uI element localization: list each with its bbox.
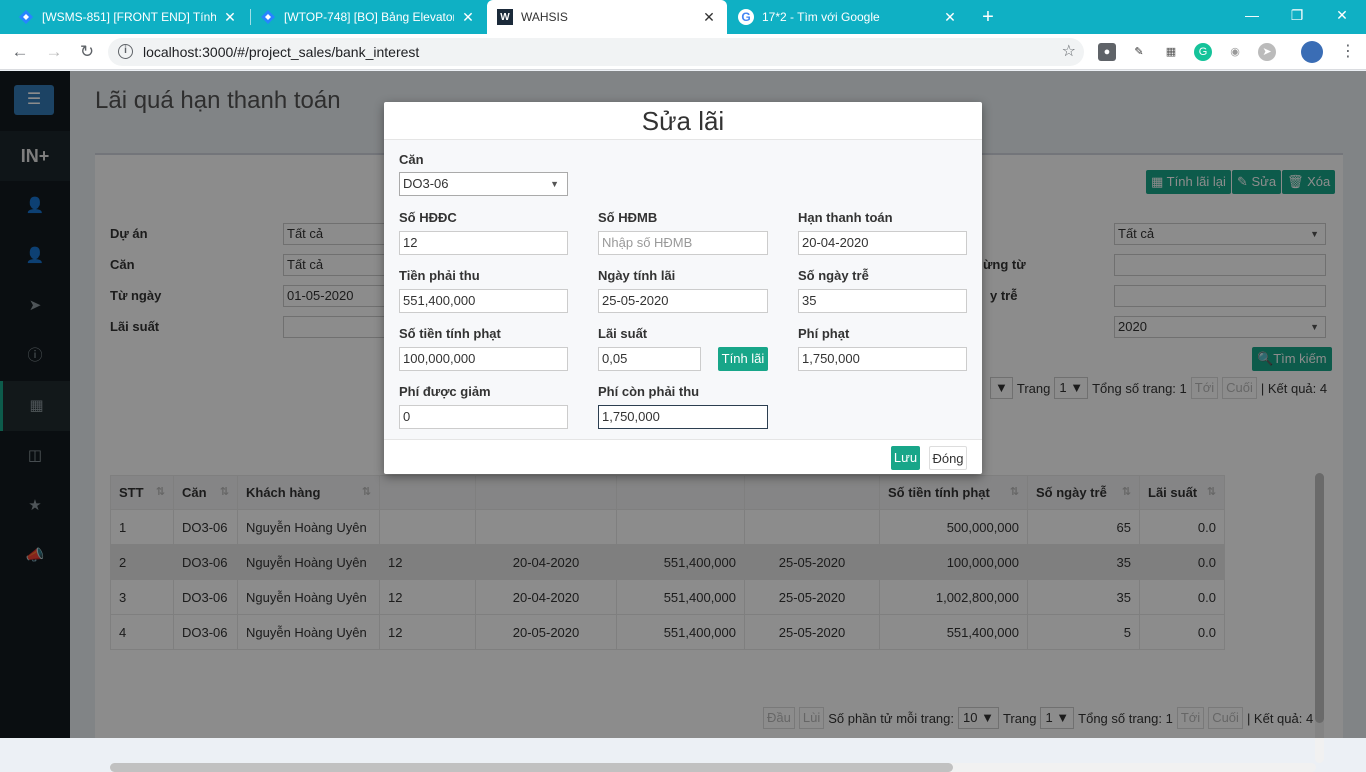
tab-title: 17*2 - Tìm với Google — [762, 10, 880, 24]
bookmark-star-icon[interactable]: ☆ — [1062, 41, 1076, 61]
extension-lightbulb-icon[interactable]: ● — [1098, 43, 1116, 61]
discount-label: Phí được giảm — [399, 384, 491, 399]
google-icon: G — [738, 9, 754, 25]
close-window-icon[interactable]: ✕ — [1330, 4, 1354, 28]
new-tab-button[interactable]: + — [978, 5, 998, 29]
extension-camera-icon[interactable]: ◉ — [1226, 43, 1244, 61]
calc-date-input[interactable]: 25-05-2020 — [598, 289, 768, 313]
reload-icon[interactable]: ↻ — [75, 40, 99, 64]
dialog-body: Căn DO3-06 ▼ Số HĐĐC 12 Số HĐMB Nhập số H… — [384, 140, 982, 440]
tab-title: WAHSIS — [521, 10, 568, 24]
forward-icon[interactable]: → — [42, 40, 66, 64]
url-text[interactable]: localhost:3000/#/project_sales/bank_inte… — [143, 44, 419, 60]
tab-title: [WSMS-851] [FRONT END] Tính L — [42, 10, 216, 24]
extension-qr-icon[interactable]: ▦ — [1162, 43, 1180, 61]
back-icon[interactable]: ← — [8, 40, 32, 64]
info-icon[interactable]: i — [118, 44, 133, 59]
penalty-base-input[interactable]: 100,000,000 — [399, 347, 568, 371]
browser-tab-google[interactable]: G 17*2 - Tìm với Google ✕ — [728, 0, 968, 34]
rate-label: Lãi suất — [598, 326, 648, 341]
unit-select[interactable]: DO3-06 ▼ — [399, 172, 568, 196]
extension-pen-icon[interactable]: ✎ — [1130, 43, 1148, 61]
more-menu-icon[interactable]: ⋮ — [1340, 42, 1356, 62]
calc-date-label: Ngày tính lãi — [598, 268, 676, 283]
browser-tab-wsms[interactable]: [WSMS-851] [FRONT END] Tính L ✕ — [8, 0, 248, 34]
avatar[interactable] — [1301, 41, 1323, 63]
late-days-input[interactable]: 35 — [798, 289, 967, 313]
close-icon[interactable]: ✕ — [942, 9, 958, 26]
close-icon[interactable]: ✕ — [460, 9, 476, 26]
tab-title: [WTOP-748] [BO] Bảng Elevator C — [284, 10, 454, 24]
browser-tab-bar: [WSMS-851] [FRONT END] Tính L ✕ [WTOP-74… — [0, 0, 1366, 34]
fee-label: Phí phạt — [798, 326, 850, 341]
penalty-base-label: Số tiền tính phạt — [399, 326, 501, 341]
close-button[interactable]: Đóng — [929, 446, 967, 470]
edit-interest-dialog: Sửa lãi Căn DO3-06 ▼ Số HĐĐC 12 Số HĐMB N… — [384, 102, 982, 474]
fee-input[interactable]: 1,750,000 — [798, 347, 967, 371]
wahsis-logo-icon: W — [497, 9, 513, 25]
hdmb-label: Số HĐMB — [598, 210, 658, 225]
restore-icon[interactable]: ❐ — [1285, 4, 1309, 28]
hddc-label: Số HĐĐC — [399, 210, 457, 225]
calc-interest-button[interactable]: Tính lãi — [718, 347, 768, 371]
unit-label: Căn — [399, 152, 424, 167]
receivable-label: Tiền phải thu — [399, 268, 480, 283]
extension-compass-icon[interactable]: ➤ — [1258, 43, 1276, 61]
jira-icon — [18, 9, 34, 25]
url-field[interactable]: i localhost:3000/#/project_sales/bank_in… — [108, 38, 1084, 66]
scrollbar-thumb[interactable] — [110, 763, 953, 772]
jira-icon — [260, 9, 276, 25]
rate-input[interactable]: 0,05 — [598, 347, 701, 371]
horizontal-scrollbar[interactable] — [110, 763, 1316, 772]
browser-tab-wahsis[interactable]: W WAHSIS ✕ — [487, 0, 727, 34]
discount-input[interactable]: 0 — [399, 405, 568, 429]
due-date-label: Hạn thanh toán — [798, 210, 893, 225]
remaining-fee-label: Phí còn phải thu — [598, 384, 700, 399]
chevron-down-icon: ▼ — [550, 179, 559, 189]
close-icon[interactable]: ✕ — [701, 9, 717, 26]
save-button[interactable]: Lưu — [891, 446, 920, 470]
dialog-title: Sửa lãi — [384, 102, 982, 140]
close-icon[interactable]: ✕ — [222, 9, 238, 26]
hdmb-input[interactable]: Nhập số HĐMB — [598, 231, 768, 255]
minimize-icon[interactable]: — — [1240, 4, 1264, 28]
browser-tab-wtop[interactable]: [WTOP-748] [BO] Bảng Elevator C ✕ — [250, 0, 486, 34]
extension-grammarly-icon[interactable]: G — [1194, 43, 1212, 61]
receivable-input[interactable]: 551,400,000 — [399, 289, 568, 313]
hddc-input[interactable]: 12 — [399, 231, 568, 255]
late-days-label: Số ngày trễ — [798, 268, 869, 283]
remaining-fee-input[interactable]: 1,750,000 — [598, 405, 768, 429]
due-date-input[interactable]: 20-04-2020 — [798, 231, 967, 255]
